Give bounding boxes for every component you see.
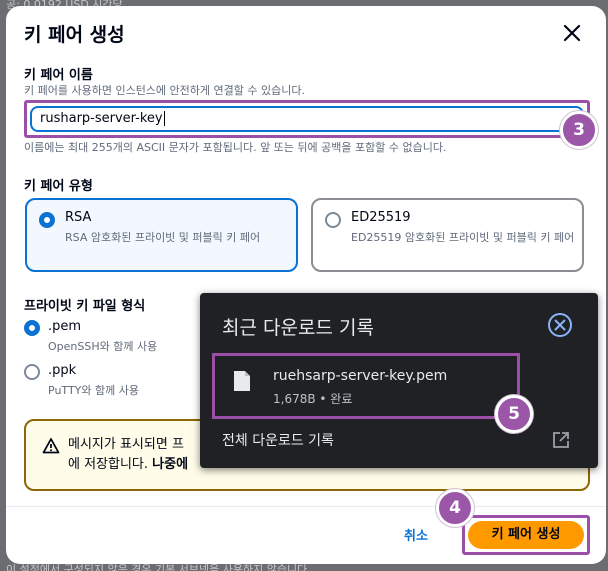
key-pair-name-highlight: rusharp-server-key [24,100,590,138]
warning-line1: 메시지가 표시되면 프 [68,437,184,452]
warning-line2: 에 저장합니다. [68,457,153,472]
step-badge-3: 3 [560,111,598,149]
ed25519-radio[interactable] [325,212,341,228]
cancel-button[interactable]: 취소 [404,525,428,544]
all-downloads-link[interactable]: 전체 다운로드 기록 [222,430,334,450]
ppk-radio[interactable] [24,364,40,380]
open-external-icon[interactable] [552,431,570,449]
download-filename: ruehsarp-server-key.pem [273,368,448,384]
text-caret [163,111,165,126]
key-pair-name-description: 키 페어를 사용하면 인스턴스에 안전하게 연결할 수 있습니다. [24,84,305,97]
step-badge-5: 5 [495,395,533,433]
pem-title: .pem [48,319,82,334]
footer-divider [6,506,606,507]
create-key-pair-highlight: 키 페어 생성 [462,515,590,555]
key-pair-name-label: 키 페어 이름 [24,68,93,83]
rsa-radio[interactable] [39,212,55,228]
warning-line2-bold: 나중에 [152,457,189,472]
key-type-rsa-tile[interactable]: RSA RSA 암호화된 프라이빗 및 퍼블릭 키 페어 [25,198,298,272]
pem-description: OpenSSH와 함께 사용 [48,340,158,353]
key-pair-name-constraint: 이름에는 최대 255개의 ASCII 문자가 포함됩니다. 앞 또는 뒤에 공… [24,141,447,154]
ppk-description: PuTTY와 함께 사용 [48,384,139,397]
close-icon[interactable] [560,21,584,45]
ppk-title: .ppk [48,363,77,378]
close-circle-icon[interactable] [547,312,573,338]
dialog-header: 키 페어 생성 [6,6,606,58]
key-pair-type-label: 키 페어 유형 [24,179,93,194]
create-key-pair-dialog: 키 페어 생성 키 페어 이름 키 페어를 사용하면 인스턴스에 안전하게 연결… [6,6,606,564]
step-badge-4: 4 [436,489,474,527]
create-key-pair-button[interactable]: 키 페어 생성 [468,521,584,549]
ed25519-title: ED25519 [351,210,411,225]
download-item[interactable]: ruehsarp-server-key.pem 1,678B • 완료 [212,353,520,419]
private-key-format-label: 프라이빗 키 파일 형식 [24,299,146,314]
key-pair-name-value: rusharp-server-key [40,111,163,126]
file-icon [233,370,251,392]
key-type-ed25519-tile[interactable]: ED25519 ED25519 암호화된 프라이빗 및 퍼블릭 키 페어 [311,198,584,272]
download-meta: 1,678B • 완료 [273,392,353,406]
rsa-description: RSA 암호화된 프라이빗 및 퍼블릭 키 페어 [65,231,261,244]
warning-icon [42,437,60,455]
key-pair-name-input[interactable]: rusharp-server-key [30,106,584,132]
ed25519-description: ED25519 암호화된 프라이빗 및 퍼블릭 키 페어 [351,231,575,244]
dialog-title: 키 페어 생성 [24,24,125,46]
download-history-panel: 최근 다운로드 기록 ruehsarp-server-key.pem 1,678… [200,293,598,468]
pem-radio[interactable] [24,320,40,336]
rsa-title: RSA [65,210,92,225]
download-panel-title: 최근 다운로드 기록 [222,317,374,339]
